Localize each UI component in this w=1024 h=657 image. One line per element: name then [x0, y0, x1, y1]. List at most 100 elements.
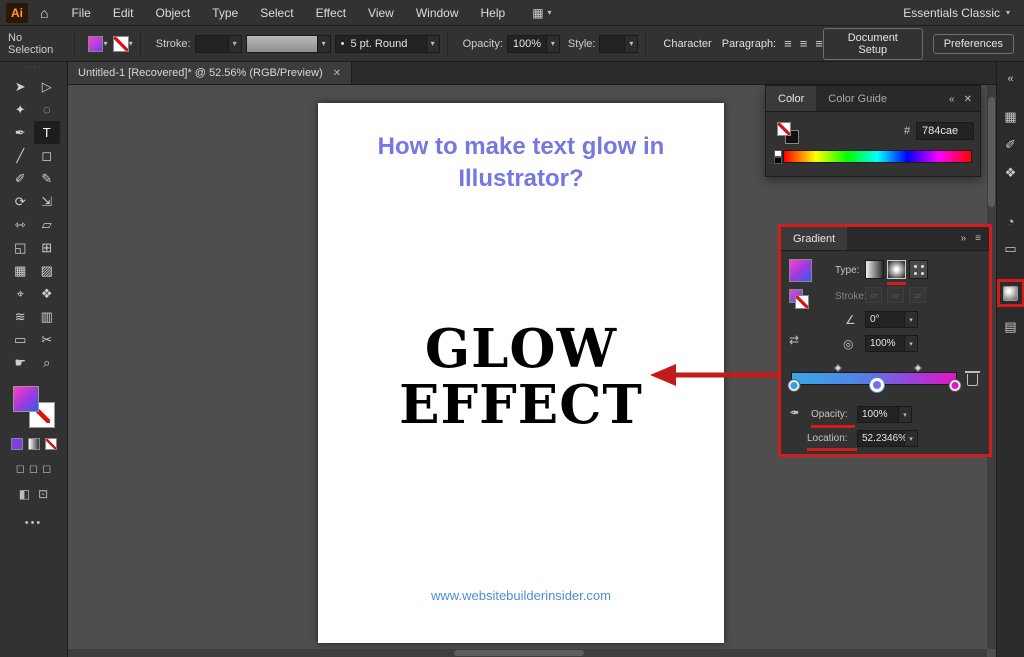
angle-dropdown[interactable]: ▾ [905, 311, 918, 328]
stroke-color-swatch[interactable] [113, 36, 128, 52]
align-center-icon[interactable]: ≡ [800, 36, 808, 51]
linear-gradient-button[interactable] [865, 260, 884, 279]
symbol-sprayer-tool[interactable]: ≋ [7, 305, 34, 328]
menu-item[interactable]: Edit [102, 6, 145, 20]
menu-item[interactable]: File [60, 6, 101, 20]
type-tool[interactable]: T [34, 121, 61, 144]
screen-mode-icon[interactable]: ◧ [19, 487, 30, 501]
zoom-tool[interactable]: ⌕ [34, 351, 61, 374]
stop-opacity-dropdown[interactable]: ▾ [899, 406, 912, 423]
gradient-panel-tab[interactable]: Gradient [781, 227, 847, 250]
opacity-combo[interactable]: 100% ▾ [507, 35, 560, 53]
artboard-heading-text[interactable]: How to make text glow in Illustrator? [351, 131, 691, 196]
brush-definition-combo[interactable]: • 5 pt. Round ▾ [335, 35, 440, 53]
gradient-paint-button[interactable] [28, 438, 40, 450]
none-paint-button[interactable] [45, 438, 57, 450]
blend-tool[interactable]: ❖ [34, 282, 61, 305]
arrange-documents-button[interactable]: ▦ ▾ [532, 6, 551, 20]
aspect-ratio-field[interactable]: 100% [865, 335, 905, 352]
gradient-panel-icon[interactable] [999, 281, 1023, 305]
paintbrush-tool[interactable]: ✐ [7, 167, 34, 190]
slice-tool[interactable]: ✂ [34, 328, 61, 351]
aspect-ratio-dropdown[interactable]: ▾ [905, 335, 918, 352]
shape-builder-tool[interactable]: ◱ [7, 236, 34, 259]
gradient-stop-start[interactable] [789, 380, 800, 391]
chevron-down-icon[interactable]: ▾ [129, 39, 133, 48]
menu-item[interactable]: Select [249, 6, 304, 20]
lasso-tool[interactable]: ◌ [34, 98, 61, 121]
symbols-panel-icon[interactable]: ❖ [999, 161, 1023, 185]
document-tab[interactable]: Untitled-1 [Recovered]* @ 52.56% (RGB/Pr… [68, 62, 352, 84]
rectangle-tool[interactable]: ◻ [34, 144, 61, 167]
edit-toolbar-icon[interactable]: ••• [0, 517, 67, 529]
delete-stop-icon[interactable] [967, 374, 978, 386]
eyedropper-tool[interactable]: ⌖ [7, 282, 34, 305]
align-right-icon[interactable]: ≡ [815, 36, 823, 51]
draw-normal-icon[interactable]: ◻ [16, 462, 25, 475]
stop-location-field[interactable]: 52.2346% [857, 430, 905, 447]
rotate-tool[interactable]: ⟳ [7, 190, 34, 213]
gradient-stop-middle[interactable] [870, 378, 884, 392]
stop-opacity-field[interactable]: 100% [857, 406, 899, 423]
home-icon[interactable]: ⌂ [40, 5, 48, 21]
swatches-panel-icon[interactable]: ▦ [999, 105, 1023, 129]
scale-tool[interactable]: ⇲ [34, 190, 61, 213]
stroke-within-button[interactable]: ▱ [865, 287, 882, 303]
fill-proxy-swatch[interactable] [777, 122, 791, 136]
illustrator-logo-icon[interactable]: Ai [6, 3, 28, 23]
scrollbar-thumb[interactable] [988, 97, 995, 207]
horizontal-scrollbar[interactable] [68, 649, 987, 657]
stroke-across-button[interactable]: ▱ [909, 287, 926, 303]
menu-item[interactable]: Effect [305, 6, 357, 20]
width-profile-combo[interactable]: ▾ [246, 35, 331, 53]
fill-color-swatch[interactable] [88, 36, 103, 52]
collapse-panel-icon[interactable]: « [949, 94, 955, 105]
black-chip[interactable] [774, 157, 782, 164]
free-transform-tool[interactable]: ▱ [34, 213, 61, 236]
gradient-stroke-proxy[interactable] [795, 295, 809, 309]
style-combo[interactable]: ▾ [599, 35, 638, 53]
preferences-button[interactable]: Preferences [933, 34, 1014, 54]
collapse-panel-icon[interactable]: » [961, 233, 967, 244]
stroke-weight-combo[interactable]: ▾ [195, 35, 242, 53]
reverse-gradient-icon[interactable]: ⇄ [789, 333, 799, 347]
menu-item[interactable]: Type [201, 6, 249, 20]
freeform-gradient-button[interactable] [909, 260, 928, 279]
menu-item[interactable]: Object [145, 6, 202, 20]
menu-item[interactable]: View [357, 6, 405, 20]
fill-color-well[interactable] [13, 386, 39, 412]
radial-gradient-button[interactable] [887, 260, 906, 279]
chevron-down-icon[interactable]: ▾ [103, 39, 107, 48]
brushes-panel-icon[interactable]: ✐ [999, 133, 1023, 157]
artboard-tool[interactable]: ▭ [7, 328, 34, 351]
scrollbar-thumb[interactable] [454, 650, 584, 656]
magic-wand-tool[interactable]: ✦ [7, 98, 34, 121]
menu-item[interactable]: Help [470, 6, 517, 20]
direct-selection-tool[interactable]: ▷ [34, 75, 61, 98]
close-icon[interactable]: ✕ [964, 94, 972, 105]
close-icon[interactable]: ✕ [333, 68, 341, 79]
draw-behind-icon[interactable]: ◻ [29, 462, 38, 475]
color-spectrum-bar[interactable] [783, 150, 972, 163]
width-tool[interactable]: ⇿ [7, 213, 34, 236]
artboards-panel-icon[interactable]: ▭ [999, 237, 1023, 261]
layers-panel-icon[interactable]: ▤ [999, 315, 1023, 339]
panel-menu-icon[interactable]: ≡ [975, 233, 981, 244]
angle-field[interactable]: 0° [865, 311, 905, 328]
gradient-preview-swatch[interactable] [789, 259, 812, 282]
color-panel-icon[interactable]: ◔ [999, 209, 1023, 233]
hand-tool[interactable]: ☛ [7, 351, 34, 374]
stroke-along-button[interactable]: ▱ [887, 287, 904, 303]
line-tool[interactable]: ╱ [7, 144, 34, 167]
panel-tab[interactable]: Color Guide [816, 86, 899, 111]
pen-tool[interactable]: ✒ [7, 121, 34, 144]
menu-item[interactable]: Window [405, 6, 470, 20]
perspective-grid-tool[interactable]: ⊞ [34, 236, 61, 259]
stop-location-dropdown[interactable]: ▾ [905, 430, 918, 447]
document-setup-button[interactable]: Document Setup [823, 28, 923, 60]
selection-tool[interactable]: ➤ [7, 75, 34, 98]
gradient-stop-end[interactable] [950, 380, 961, 391]
hex-input[interactable] [916, 122, 974, 140]
draw-inside-icon[interactable]: ◻ [42, 462, 51, 475]
mesh-tool[interactable]: ▦ [7, 259, 34, 282]
